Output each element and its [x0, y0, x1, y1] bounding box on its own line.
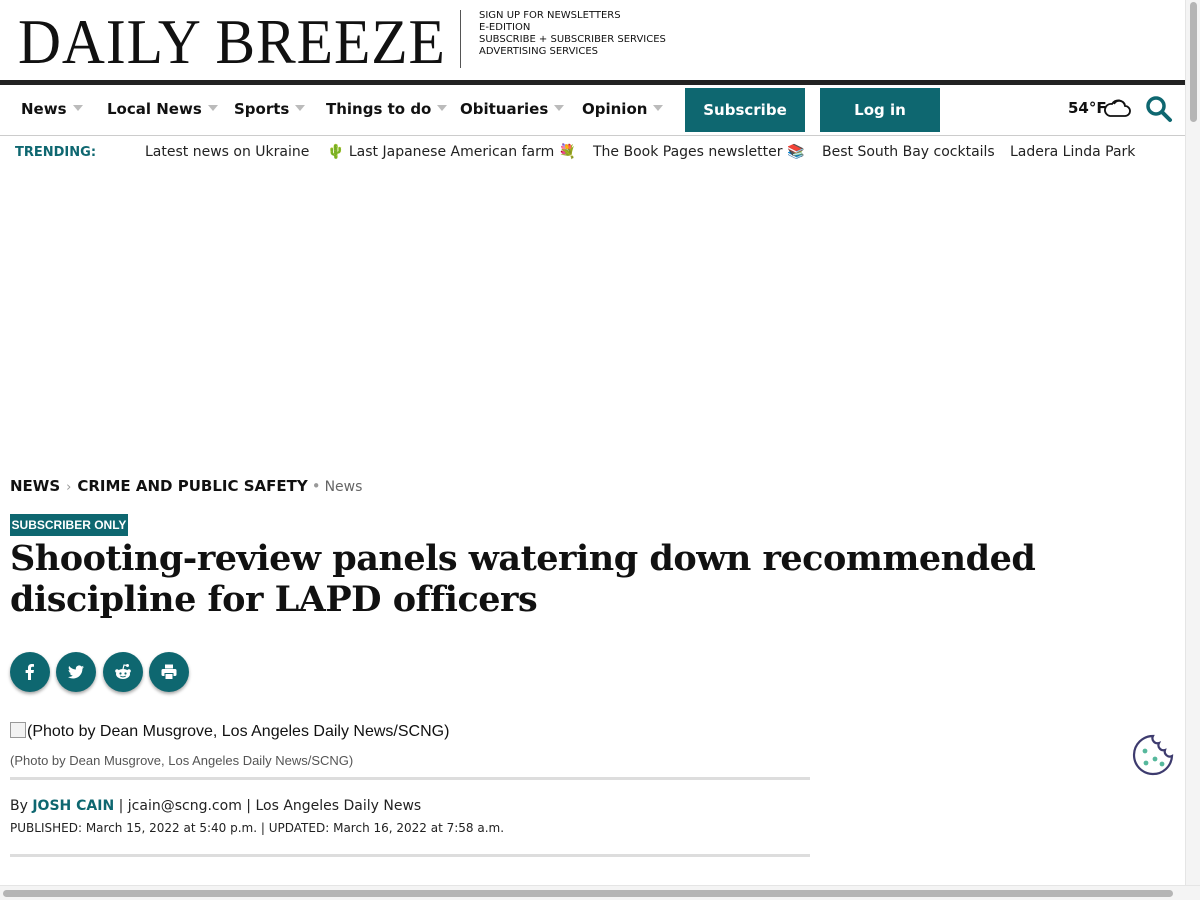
twitter-share-button[interactable] — [56, 652, 96, 692]
photo-alt-text: (Photo by Dean Musgrove, Los Angeles Dai… — [27, 723, 450, 740]
masthead: DAILY BREEZE SIGN UP FOR NEWSLETTERS E-E… — [0, 0, 1185, 80]
article-dates: PUBLISHED: March 15, 2022 at 5:40 p.m. |… — [10, 821, 504, 835]
chevron-down-icon — [437, 104, 448, 111]
nav-item-sports[interactable]: Sports — [234, 100, 306, 118]
author-email[interactable]: jcain@scng.com — [128, 798, 242, 814]
published-label: PUBLISHED: — [10, 821, 82, 835]
author-link[interactable]: Josh Cain — [32, 798, 114, 814]
chevron-down-icon — [72, 104, 83, 111]
updated-label: UPDATED: — [268, 821, 330, 835]
nav-item-label: Opinion — [582, 100, 648, 118]
newsletters-link[interactable]: SIGN UP FOR NEWSLETTERS — [479, 10, 666, 22]
breadcrumb-subsection[interactable]: CRIME AND PUBLIC SAFETY — [77, 477, 307, 495]
trending-link[interactable]: Best South Bay cocktails — [822, 144, 995, 160]
scrollbar-thumb[interactable] — [1190, 2, 1197, 122]
nav-item-label: Local News — [107, 100, 202, 118]
trending-link[interactable]: Ladera Linda Park — [1010, 144, 1135, 160]
trending-bar: TRENDING: Latest news on Ukraine 🌵 Last … — [0, 136, 1185, 170]
weather-temperature[interactable]: 54°F — [1068, 99, 1107, 117]
cookie-icon[interactable] — [1131, 733, 1175, 777]
nav-item-things-to-do[interactable]: Things to do — [326, 100, 448, 118]
byline-outlet: Los Angeles Daily News — [255, 798, 422, 814]
facebook-icon — [25, 664, 34, 680]
trending-link[interactable]: Latest news on Ukraine — [145, 144, 309, 160]
main-nav: News Local News Sports Things to do Obit… — [0, 85, 1185, 136]
site-logo[interactable]: DAILY BREEZE — [18, 8, 446, 76]
nav-item-obituaries[interactable]: Obituaries — [460, 100, 565, 118]
breadcrumb-separator: • — [311, 477, 321, 495]
print-icon — [161, 664, 177, 680]
cloud-icon — [1104, 99, 1131, 117]
breadcrumb-tag[interactable]: News — [325, 479, 363, 495]
search-icon[interactable] — [1145, 95, 1173, 123]
nav-item-opinion[interactable]: Opinion — [582, 100, 664, 118]
e-edition-link[interactable]: E-EDITION — [479, 22, 666, 34]
trending-label: TRENDING: — [15, 145, 97, 160]
nav-item-label: News — [21, 100, 67, 118]
chevron-down-icon — [295, 104, 306, 111]
chevron-down-icon — [554, 104, 565, 111]
nav-item-label: Things to do — [326, 100, 432, 118]
dates-separator: | — [260, 821, 265, 835]
published-date: March 15, 2022 at 5:40 p.m. — [85, 821, 258, 835]
divider — [10, 854, 810, 857]
advertising-services-link[interactable]: ADVERTISING SERVICES — [479, 46, 666, 58]
vertical-scrollbar[interactable] — [1185, 0, 1200, 885]
divider — [10, 777, 810, 780]
horizontal-scrollbar[interactable] — [0, 885, 1200, 900]
byline-separator: | — [246, 798, 251, 814]
login-button[interactable]: Log in — [820, 88, 940, 132]
chevron-down-icon — [653, 104, 664, 111]
nav-item-news[interactable]: News — [21, 100, 83, 118]
masthead-links: SIGN UP FOR NEWSLETTERS E-EDITION SUBSCR… — [479, 10, 666, 58]
byline-separator: | — [118, 798, 124, 814]
byline: By Josh Cain | jcain@scng.com | Los Ange… — [10, 798, 421, 814]
facebook-share-button[interactable] — [10, 652, 50, 692]
trending-link[interactable]: The Book Pages newsletter 📚 — [593, 144, 804, 160]
trending-link[interactable]: 🌵 Last Japanese American farm 💐 — [327, 144, 576, 160]
subscriber-only-badge: SUBSCRIBER ONLY — [10, 514, 128, 536]
updated-date: March 16, 2022 at 7:58 a.m. — [333, 821, 505, 835]
article-photo: (Photo by Dean Musgrove, Los Angeles Dai… — [10, 722, 449, 741]
breadcrumb: NEWS › CRIME AND PUBLIC SAFETY • News — [10, 477, 362, 495]
scrollbar-thumb[interactable] — [3, 890, 1173, 897]
byline-prefix: By — [10, 798, 28, 814]
twitter-icon — [68, 665, 84, 679]
breadcrumb-section[interactable]: NEWS — [10, 477, 60, 495]
subscriber-services-link[interactable]: SUBSCRIBE + SUBSCRIBER SERVICES — [479, 34, 666, 46]
article-headline: Shooting-review panels watering down rec… — [10, 538, 1036, 620]
reddit-share-button[interactable] — [103, 652, 143, 692]
chevron-down-icon — [207, 104, 218, 111]
chevron-right-icon: › — [66, 480, 72, 495]
reddit-icon — [115, 664, 131, 679]
nav-item-local-news[interactable]: Local News — [107, 100, 218, 118]
nav-item-label: Sports — [234, 100, 290, 118]
photo-caption: (Photo by Dean Musgrove, Los Angeles Dai… — [10, 753, 354, 768]
print-button[interactable] — [149, 652, 189, 692]
broken-image-icon — [10, 722, 26, 738]
subscribe-button[interactable]: Subscribe — [685, 88, 805, 132]
masthead-divider — [460, 10, 461, 68]
nav-item-label: Obituaries — [460, 100, 549, 118]
